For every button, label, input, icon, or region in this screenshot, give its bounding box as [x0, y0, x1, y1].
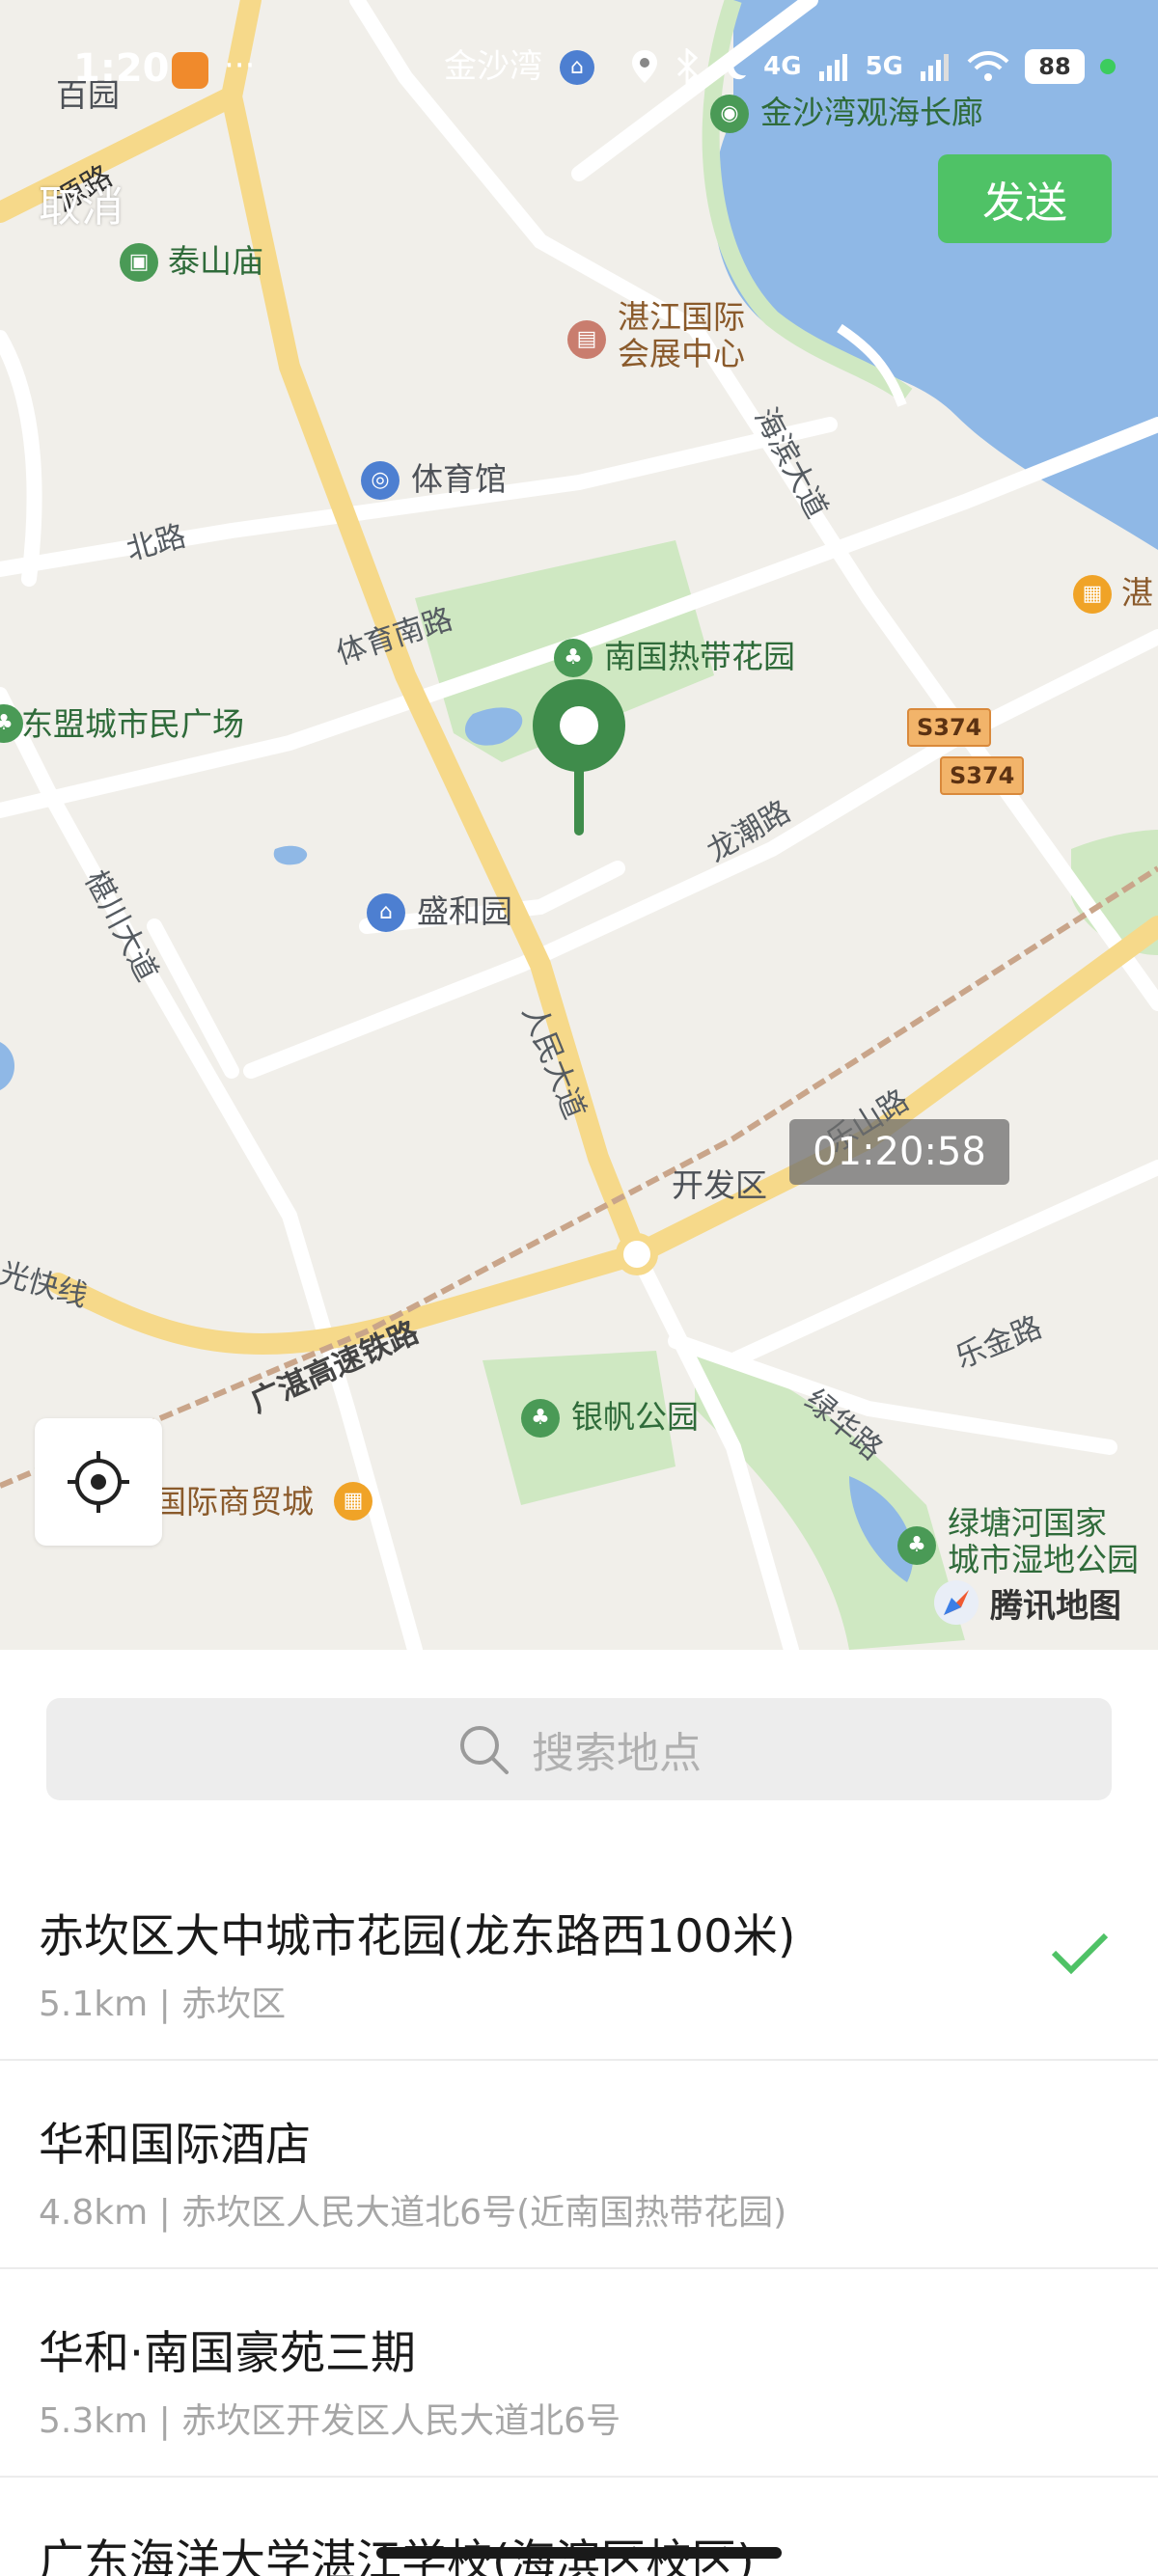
status-more: ··· — [224, 46, 256, 85]
shop-icon: ▦ — [334, 1482, 372, 1521]
privacy-indicator-icon — [1100, 59, 1116, 74]
map-label-yinfan: 银帆公园 — [571, 1398, 699, 1436]
moon-icon — [727, 52, 747, 80]
result-item[interactable]: 华和国际酒店 4.8km | 赤坎区人民大道北6号(近南国热带花园) — [0, 2061, 1158, 2269]
location-icon — [632, 50, 658, 83]
map-label-expo-1: 湛江国际 — [618, 298, 745, 336]
signal-icon — [921, 54, 949, 81]
result-title: 赤坎区大中城市花园(龙东路西100米) — [39, 1910, 796, 1963]
network-4g-label: 4G — [763, 52, 802, 81]
park-icon: ♣ — [521, 1399, 560, 1438]
map-label-devzone: 开发区 — [672, 1166, 767, 1204]
crosshair-icon — [68, 1451, 129, 1513]
map-label-tradecity: 国际商贸城 — [154, 1483, 314, 1521]
map-label-zhan: 湛 — [1121, 574, 1153, 612]
app-notification-icon — [172, 52, 208, 89]
map-label-expo-2: 会展中心 — [618, 335, 745, 372]
park-icon: ♣ — [554, 639, 593, 677]
result-title: 华和·南国豪苑三期 — [39, 2327, 416, 2380]
highway-shield-s374: S374 — [940, 756, 1025, 795]
status-bar: 1:20 ··· 4G 5G 88 — [0, 0, 1158, 135]
location-results-sheet: 搜索地点 赤坎区大中城市花园(龙东路西100米) 5.1km | 赤坎区 华和国… — [0, 1650, 1158, 2576]
search-input[interactable]: 搜索地点 — [46, 1698, 1112, 1800]
battery-indicator: 88 — [1025, 49, 1085, 84]
signal-icon — [818, 54, 847, 81]
check-icon — [1051, 1932, 1109, 1975]
home-icon: ⌂ — [367, 893, 405, 932]
home-indicator[interactable] — [376, 2547, 782, 2559]
map-label-dongmeng: 东盟城市民广场 — [21, 705, 244, 743]
map-label-stadium: 体育馆 — [411, 460, 507, 498]
map-label-shenghe: 盛和园 — [417, 892, 512, 930]
map-timestamp: 01:20:58 — [789, 1119, 1009, 1185]
result-item[interactable]: 赤坎区大中城市花园(龙东路西100米) 5.1km | 赤坎区 — [0, 1852, 1158, 2061]
map-label-nanguo: 南国热带花园 — [604, 638, 795, 675]
network-5g-label: 5G — [865, 52, 903, 81]
expo-icon: ▤ — [567, 320, 606, 359]
stadium-icon: ◎ — [361, 461, 400, 500]
send-button[interactable]: 发送 — [938, 154, 1112, 243]
result-subtitle: 5.3km | 赤坎区开发区人民大道北6号 — [39, 2401, 621, 2441]
map-label-taishan: 泰山庙 — [168, 242, 263, 280]
bluetooth-icon — [677, 48, 699, 85]
location-pin-icon[interactable] — [529, 679, 629, 837]
map-label-lvtanghe-2: 城市湿地公园 — [948, 1541, 1139, 1578]
wifi-icon — [967, 51, 1009, 81]
shop-icon: ▦ — [1073, 575, 1112, 614]
temple-icon: ▣ — [120, 243, 158, 282]
locate-me-button[interactable] — [35, 1418, 162, 1546]
search-placeholder: 搜索地点 — [532, 1729, 702, 1778]
result-item[interactable]: 华和·南国豪苑三期 5.3km | 赤坎区开发区人民大道北6号 — [0, 2269, 1158, 2478]
cancel-button[interactable]: 取消 — [39, 172, 124, 233]
result-item[interactable]: 广东海洋大学湛江学校(海滨区校区) — [0, 2478, 1158, 2576]
tencent-map-logo-icon — [934, 1580, 979, 1625]
map-label-lvtanghe-1: 绿塘河国家 — [948, 1504, 1107, 1542]
map-view[interactable]: 百园 金沙湾 ⌂ ◉ 金沙湾观海长廊 ▣ 泰山庙 ▤ 湛江国际 会展中心 ◎ 体… — [0, 0, 1158, 1650]
highway-shield-s374: S374 — [907, 708, 992, 747]
result-subtitle: 5.1km | 赤坎区 — [39, 1985, 287, 2024]
park-icon: ♣ — [897, 1526, 936, 1565]
status-time: 1:20 — [73, 46, 170, 91]
search-icon — [460, 1726, 509, 1774]
map-brand-label: 腾讯地图 — [990, 1586, 1121, 1626]
result-subtitle: 4.8km | 赤坎区人民大道北6号(近南国热带花园) — [39, 2193, 787, 2233]
map-brand: 腾讯地图 — [932, 1578, 1121, 1627]
status-icons: 4G 5G 88 — [630, 48, 1116, 85]
result-title: 华和国际酒店 — [39, 2119, 311, 2172]
